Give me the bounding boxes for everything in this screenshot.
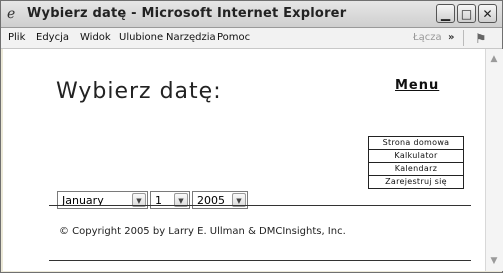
close-button[interactable]: ✕ bbox=[478, 4, 497, 23]
month-value: January bbox=[62, 194, 104, 207]
windows-logo-icon: ⚑ bbox=[475, 32, 487, 47]
menu-heading: Menu bbox=[395, 78, 440, 93]
maximize-icon: □ bbox=[460, 7, 473, 21]
menu-file[interactable]: Plik bbox=[8, 28, 25, 48]
maximize-button[interactable]: □ bbox=[457, 4, 476, 23]
minimize-icon: ▁ bbox=[440, 7, 451, 21]
day-value: 1 bbox=[155, 194, 162, 207]
month-select[interactable]: January ▼ bbox=[57, 191, 148, 209]
ie-icon: ℯ bbox=[7, 6, 16, 22]
title-bar[interactable]: ℯ Wybierz datę - Microsoft Internet Expl… bbox=[1, 1, 502, 28]
menu-bar: Plik Edycja Widok Ulubione Narzędzia Pom… bbox=[1, 28, 502, 49]
nav-link-calendar[interactable]: Kalendarz bbox=[369, 163, 463, 176]
window-title: Wybierz datę - Microsoft Internet Explor… bbox=[27, 6, 347, 21]
menu-favorites[interactable]: Ulubione bbox=[119, 28, 163, 48]
vertical-scrollbar[interactable]: ▲ ▼ bbox=[485, 49, 503, 271]
menu-help[interactable]: Pomoc bbox=[217, 28, 250, 48]
nav-link-register[interactable]: Zarejestruj się bbox=[369, 176, 463, 188]
year-select[interactable]: 2005 ▼ bbox=[192, 191, 248, 209]
menu-tools[interactable]: Narzędzia bbox=[166, 28, 216, 48]
day-select[interactable]: 1 ▼ bbox=[150, 191, 190, 209]
ie-window: ℯ Wybierz datę - Microsoft Internet Expl… bbox=[0, 0, 503, 273]
menu-view[interactable]: Widok bbox=[80, 28, 111, 48]
year-value: 2005 bbox=[197, 194, 225, 207]
nav-link-home[interactable]: Strona domowa bbox=[369, 137, 463, 150]
close-icon: ✕ bbox=[482, 7, 493, 21]
divider-top bbox=[49, 205, 471, 206]
chevron-right-icon[interactable]: » bbox=[448, 28, 454, 48]
links-toolbar-label[interactable]: Łącza bbox=[413, 28, 442, 48]
nav-menu: Strona domowa Kalkulator Kalendarz Zarej… bbox=[368, 136, 464, 189]
minimize-button[interactable]: ▁ bbox=[436, 4, 455, 23]
menu-edit[interactable]: Edycja bbox=[36, 28, 69, 48]
toolbar-separator bbox=[463, 30, 464, 46]
scroll-up-icon[interactable]: ▲ bbox=[486, 51, 502, 67]
copyright-text: © Copyright 2005 by Larry E. Ullman & DM… bbox=[59, 226, 346, 237]
scroll-down-icon[interactable]: ▼ bbox=[486, 253, 502, 269]
divider-bottom bbox=[49, 260, 471, 261]
nav-link-calculator[interactable]: Kalkulator bbox=[369, 150, 463, 163]
page-title: Wybierz datę: bbox=[56, 79, 222, 104]
page-content: Wybierz datę: Menu Strona domowa Kalkula… bbox=[3, 49, 485, 271]
